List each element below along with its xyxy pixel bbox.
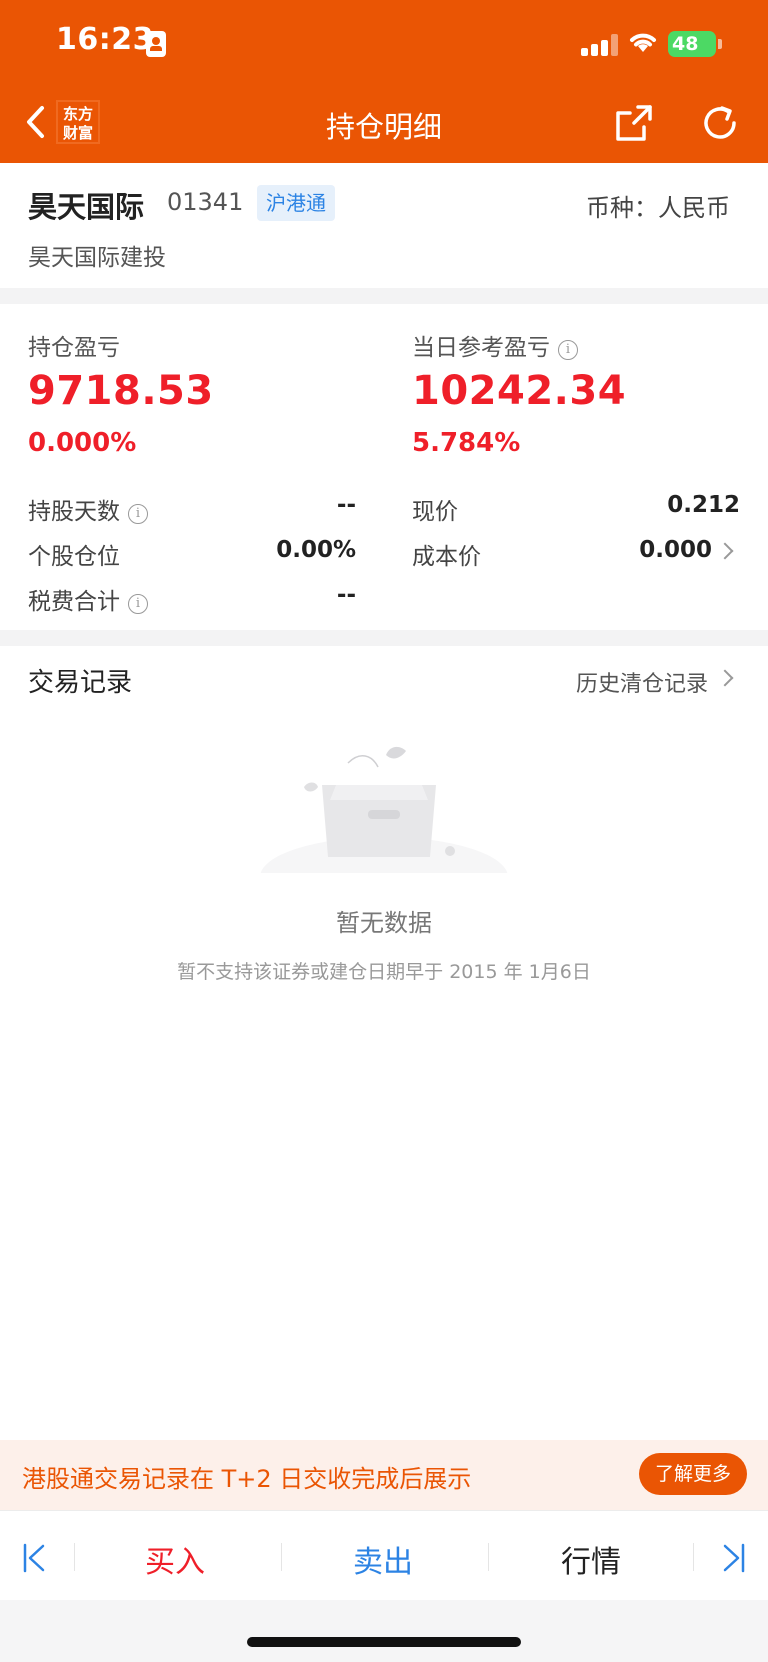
first-stock-icon[interactable]	[22, 1543, 46, 1573]
history-clearance-link[interactable]: 历史清仓记录	[576, 666, 708, 698]
daily-pnl-label-group: 当日参考盈亏 i	[412, 328, 578, 362]
tax-total-value: --	[336, 582, 356, 608]
info-icon[interactable]: i	[128, 504, 148, 524]
cost-price-value[interactable]: 0.000	[639, 537, 712, 563]
cellular-signal-icon	[581, 34, 621, 56]
stock-name: 昊天国际	[28, 190, 145, 224]
position-ratio-label: 个股仓位	[28, 544, 120, 570]
section-divider	[0, 630, 768, 646]
holding-days-value: --	[336, 492, 356, 518]
daily-pnl-label: 当日参考盈亏	[412, 335, 550, 361]
current-price-value: 0.212	[667, 492, 740, 518]
status-time: 16:23	[56, 22, 154, 57]
battery-level: 48	[672, 33, 699, 55]
stock-full-name: 昊天国际建投	[28, 245, 166, 271]
buy-button[interactable]: 买入	[110, 1537, 240, 1581]
holding-pnl-value: 9718.53	[28, 368, 214, 414]
holding-pnl-label: 持仓盈亏	[28, 335, 120, 361]
chevron-right-icon[interactable]	[716, 542, 734, 560]
current-price-label: 现价	[412, 499, 458, 525]
learn-more-button[interactable]: 了解更多	[639, 1453, 747, 1495]
share-icon[interactable]	[614, 103, 654, 143]
quote-button[interactable]: 行情	[526, 1537, 656, 1581]
battery-charging-icon: 48	[668, 31, 716, 57]
divider	[488, 1543, 489, 1571]
empty-state-subtitle: 暂不支持该证券或建仓日期早于 2015 年 1月6日	[177, 961, 591, 983]
action-bar: 买入 卖出 行情	[0, 1510, 768, 1600]
home-area	[0, 1600, 768, 1662]
notice-text: 港股通交易记录在 T+2 日交收完成后展示	[22, 1465, 472, 1493]
daily-pnl-value: 10242.34	[412, 368, 627, 414]
refresh-icon[interactable]	[700, 103, 740, 143]
notice-bar: 港股通交易记录在 T+2 日交收完成后展示 了解更多	[0, 1440, 768, 1510]
daily-pnl-pct: 5.784%	[412, 428, 521, 458]
empty-box-illustration	[260, 746, 508, 885]
chevron-right-icon[interactable]	[716, 669, 734, 687]
empty-state-title: 暂无数据	[336, 909, 432, 937]
top-header: 16:23 48 东方 财富 持仓明细	[0, 0, 768, 163]
cost-price-label[interactable]: 成本价	[412, 537, 481, 571]
position-ratio-value: 0.00%	[276, 537, 356, 563]
holding-days-label-group: 持股天数 i	[28, 492, 148, 526]
holding-pnl-pct: 0.000%	[28, 428, 137, 458]
wifi-icon	[630, 33, 656, 52]
info-icon[interactable]: i	[558, 340, 578, 360]
trade-records-title: 交易记录	[28, 668, 133, 698]
last-stock-icon[interactable]	[722, 1543, 746, 1573]
home-indicator[interactable]	[247, 1637, 521, 1647]
tax-total-label-group: 税费合计 i	[28, 582, 148, 616]
divider	[281, 1543, 282, 1571]
tax-total-label: 税费合计	[28, 589, 120, 615]
section-divider	[0, 288, 768, 304]
currency-label: 币种：人民币	[586, 194, 730, 222]
stock-code: 01341	[167, 188, 244, 216]
divider	[74, 1543, 75, 1571]
battery-tip	[718, 39, 722, 49]
divider	[693, 1543, 694, 1571]
contact-card-icon	[146, 31, 166, 57]
holding-days-label: 持股天数	[28, 499, 120, 525]
info-icon[interactable]: i	[128, 594, 148, 614]
sell-button[interactable]: 卖出	[318, 1537, 448, 1581]
market-tag: 沪港通	[257, 185, 335, 221]
